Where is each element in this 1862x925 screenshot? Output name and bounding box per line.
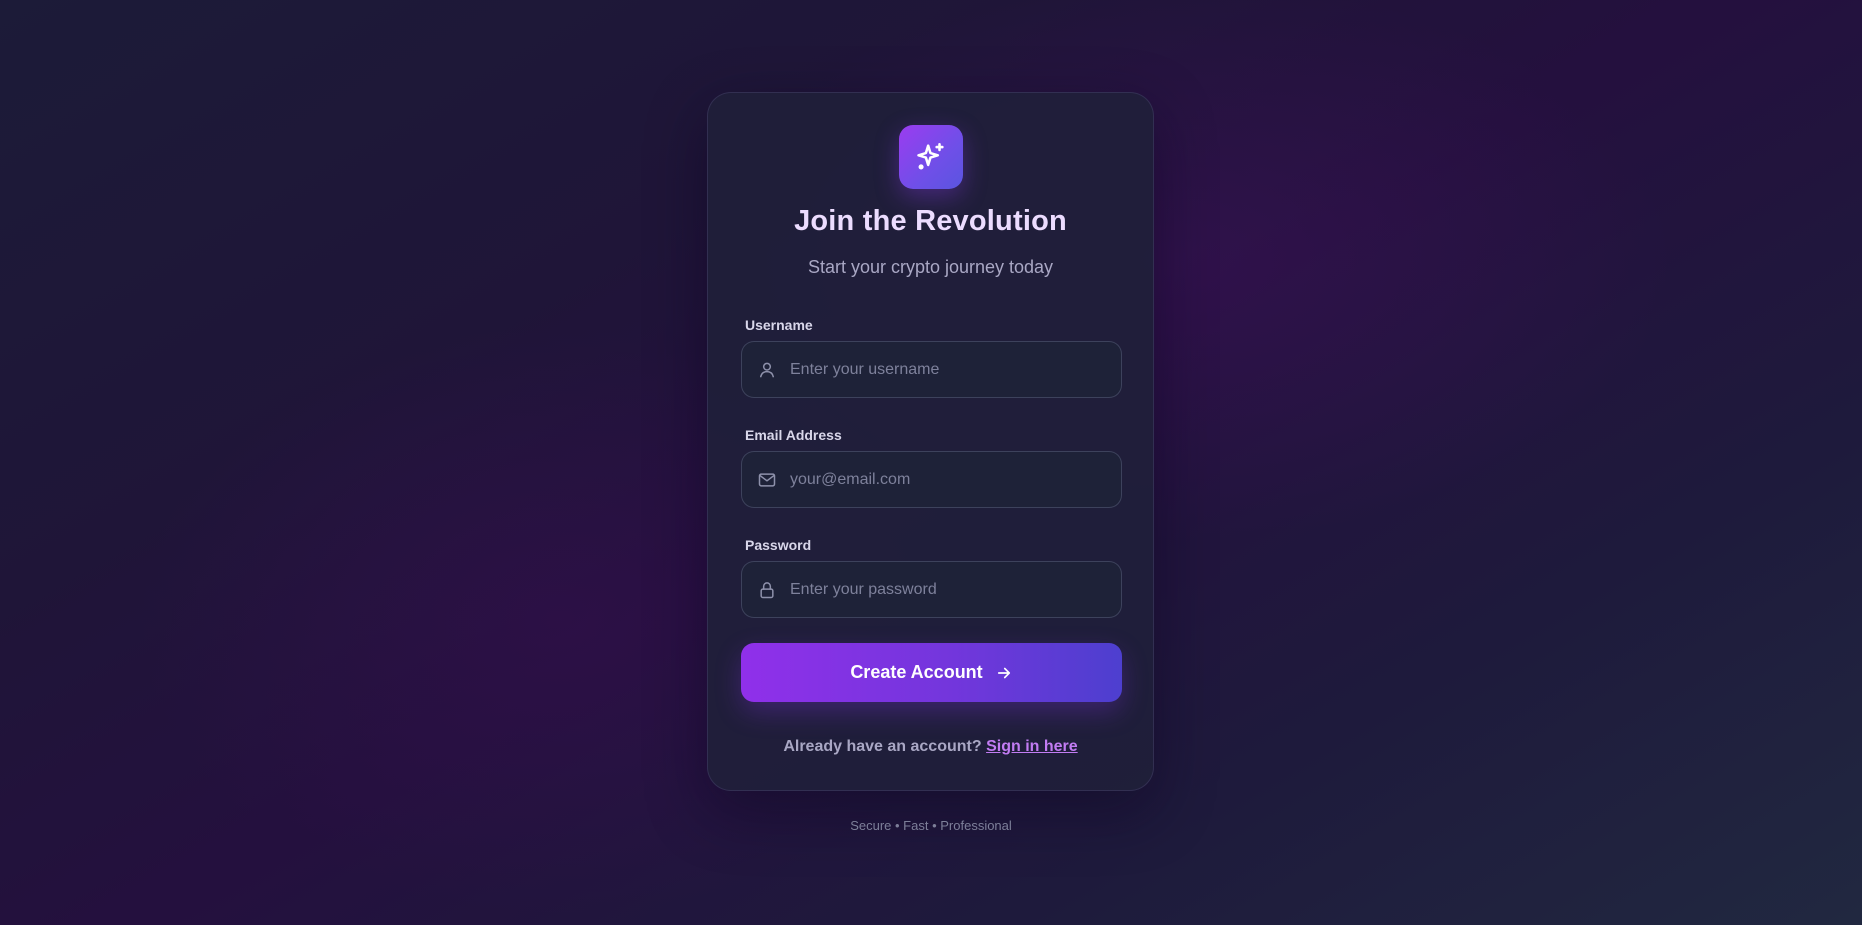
lock-icon (760, 582, 774, 599)
email-input[interactable] (790, 452, 1110, 507)
signin-prompt-row: Already have an account? Sign in here (708, 738, 1153, 756)
sparkles-icon (917, 142, 944, 170)
username-field[interactable] (741, 341, 1122, 398)
signup-card: Join the Revolution Start your crypto jo… (707, 92, 1154, 791)
email-field[interactable] (741, 451, 1122, 508)
create-account-label: Create Account (850, 662, 983, 682)
page-title: Join the Revolution (794, 205, 1067, 237)
mail-icon (758, 473, 776, 487)
username-label: Username (745, 317, 813, 333)
signin-prompt-text: Already have an account? (783, 738, 982, 755)
password-label: Password (745, 537, 812, 553)
username-input[interactable] (790, 342, 1110, 397)
user-icon (760, 362, 774, 378)
email-label: Email Address (745, 427, 842, 443)
page-subtitle: Start your crypto journey today (807, 257, 1054, 277)
signin-link[interactable]: Sign in here (986, 738, 1078, 755)
arrow-right-icon (997, 667, 1010, 678)
logo-badge (899, 125, 963, 189)
password-input[interactable] (790, 562, 1110, 617)
footer-tagline: Secure • Fast • Professional (850, 818, 1012, 833)
create-account-button[interactable]: Create Account (741, 643, 1122, 702)
password-field[interactable] (741, 561, 1122, 618)
